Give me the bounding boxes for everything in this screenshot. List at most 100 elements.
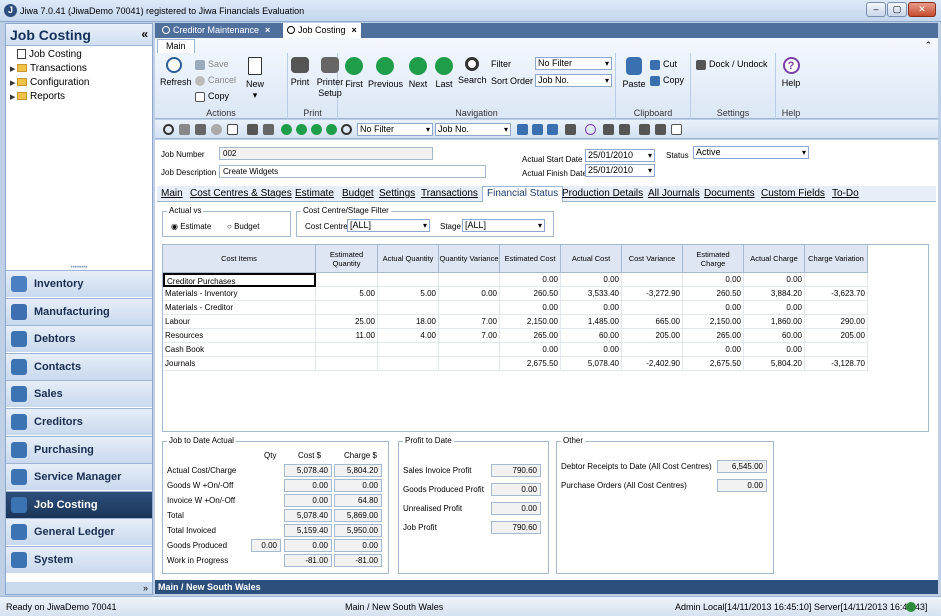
tree-item-configuration[interactable]: ▶ Configuration [10, 76, 89, 89]
tab-budget[interactable]: Budget [342, 188, 374, 199]
ribbon-tab-main[interactable]: Main [157, 39, 195, 53]
ptd-value-field[interactable]: 790.60 [491, 521, 541, 534]
nav-more-button[interactable]: » [6, 582, 152, 594]
grid-row-label[interactable]: Journals [163, 357, 316, 371]
grid-cell[interactable]: 25.00 [316, 315, 378, 329]
jtd-charge-field[interactable]: 5,804.20 [334, 464, 382, 477]
grid-cell[interactable]: 1,860.00 [744, 315, 805, 329]
grid-row-label[interactable]: Cash Book [163, 343, 316, 357]
grid-cell[interactable]: 2,675.50 [500, 357, 561, 371]
tab-cost-centres-stages[interactable]: Cost Centres & Stages [190, 188, 292, 199]
toolbar-sort-dropdown[interactable]: Job No. [435, 123, 511, 136]
grid-cell[interactable]: 0.00 [744, 301, 805, 315]
grid-cell[interactable]: 1,485.00 [561, 315, 622, 329]
nav-purchasing[interactable]: Purchasing [6, 435, 152, 463]
copy-clipboard-button[interactable]: Copy [650, 75, 684, 86]
export-small-icon[interactable] [619, 124, 630, 135]
sort-order-dropdown[interactable]: Job No. [535, 74, 612, 87]
tab-production-details[interactable]: Production Details [562, 188, 643, 199]
grid-cell[interactable]: 60.00 [744, 329, 805, 343]
nav-inventory[interactable]: Inventory [6, 270, 152, 297]
grid-cell[interactable]: -2,402.90 [622, 357, 683, 371]
nav-general-ledger[interactable]: General Ledger [6, 518, 152, 546]
grid-cell[interactable]: 265.00 [683, 329, 744, 343]
tab-financial-status[interactable]: Financial Status [482, 186, 564, 202]
job-number-field[interactable]: 002 [219, 147, 433, 160]
grid-row-label[interactable]: Creditor Purchases [163, 273, 316, 287]
next-small-icon[interactable] [311, 124, 322, 135]
grid-row-label[interactable]: Materials - Creditor [163, 301, 316, 315]
status-dropdown[interactable]: Active [693, 146, 809, 159]
grid-cell[interactable]: 0.00 [744, 273, 805, 287]
grid-row-label[interactable]: Labour [163, 315, 316, 329]
grid-cell[interactable]: 5,078.40 [561, 357, 622, 371]
document-small-icon[interactable] [671, 124, 682, 135]
other-value-field[interactable]: 0.00 [717, 479, 767, 492]
toolbar-filter-dropdown[interactable]: No Filter [357, 123, 433, 136]
ribbon-collapse-icon[interactable]: ⌃ [924, 40, 932, 51]
grid-header[interactable]: Actual Quantity [378, 245, 439, 273]
search-small-icon[interactable] [341, 124, 352, 135]
search-button[interactable]: Search [458, 57, 487, 86]
grid-cell[interactable]: -3,272.90 [622, 287, 683, 301]
grid-cell[interactable]: 4.00 [378, 329, 439, 343]
grid-cell[interactable]: 205.00 [805, 329, 868, 343]
delete-small-icon[interactable] [195, 124, 206, 135]
grid-cell[interactable] [622, 301, 683, 315]
nav-creditors[interactable]: Creditors [6, 408, 152, 435]
previous-button[interactable]: Previous [368, 57, 403, 90]
grid-cell[interactable]: 0.00 [683, 301, 744, 315]
jtd-charge-field[interactable]: 5,950.00 [334, 524, 382, 537]
grid-cell[interactable]: 11.00 [316, 329, 378, 343]
user-small-icon[interactable] [639, 124, 650, 135]
jtd-charge-field[interactable]: 64.80 [334, 494, 382, 507]
grid-cell[interactable] [805, 343, 868, 357]
estimate-radio[interactable]: ◉ Estimate [171, 222, 211, 231]
copy-small-icon[interactable] [227, 124, 238, 135]
grid-cell[interactable] [439, 343, 500, 357]
paste-small-icon[interactable] [517, 124, 528, 135]
actual-start-date-picker[interactable]: 25/01/2010 [585, 149, 655, 162]
tree-item-job-costing[interactable]: Job Costing [10, 48, 82, 61]
jtd-cost-field[interactable]: 5,078.40 [284, 464, 332, 477]
grid-cell[interactable]: -3,623.70 [805, 287, 868, 301]
other-value-field[interactable]: 6,545.00 [717, 460, 767, 473]
close-button[interactable]: ✕ [908, 2, 936, 17]
jtd-cost-field[interactable]: 0.00 [284, 479, 332, 492]
printer-setup-small-icon[interactable] [263, 124, 274, 135]
maximize-button[interactable]: ▢ [887, 2, 907, 17]
grid-cell[interactable]: 665.00 [622, 315, 683, 329]
arrow-small-icon[interactable] [603, 124, 614, 135]
expand-arrow-icon[interactable]: ▶ [10, 91, 17, 104]
grid-cell[interactable] [316, 273, 378, 287]
document-tab-job-costing[interactable]: Job Costing × [283, 23, 361, 38]
grid-cell[interactable]: 205.00 [622, 329, 683, 343]
tab-to-do[interactable]: To-Do [832, 188, 859, 199]
grid-row-label[interactable]: Materials - Inventory [163, 287, 316, 301]
jtd-charge-field[interactable]: 0.00 [334, 479, 382, 492]
nav-system[interactable]: System [6, 546, 152, 573]
nav-debtors[interactable]: Debtors [6, 325, 152, 353]
copy-clip-small-icon[interactable] [547, 124, 558, 135]
grid-cell[interactable] [805, 301, 868, 315]
help-small-icon[interactable] [585, 124, 596, 135]
grid-cell[interactable]: 0.00 [683, 343, 744, 357]
dock-undock-button[interactable]: Dock / Undock [696, 59, 768, 70]
grid-cell[interactable]: 290.00 [805, 315, 868, 329]
grid-cell[interactable] [378, 343, 439, 357]
grid-cell[interactable]: -3,128.70 [805, 357, 868, 371]
grid-cell[interactable] [439, 301, 500, 315]
nav-manufacturing[interactable]: Manufacturing [6, 297, 152, 325]
grid-cell[interactable] [378, 301, 439, 315]
jtd-charge-field[interactable]: 0.00 [334, 539, 382, 552]
grid-cell[interactable]: 0.00 [744, 343, 805, 357]
grid-row-label[interactable]: Resources [163, 329, 316, 343]
grid-cell[interactable]: 5,804.20 [744, 357, 805, 371]
tree-item-transactions[interactable]: ▶ Transactions [10, 62, 87, 75]
link-small-icon[interactable] [655, 124, 666, 135]
jtd-qty-field[interactable]: 0.00 [251, 539, 281, 552]
expand-arrow-icon[interactable]: ▶ [10, 63, 17, 76]
grid-cell[interactable]: 7.00 [439, 329, 500, 343]
grid-cell[interactable] [378, 273, 439, 287]
help-button[interactable]: ? Help [778, 57, 804, 89]
